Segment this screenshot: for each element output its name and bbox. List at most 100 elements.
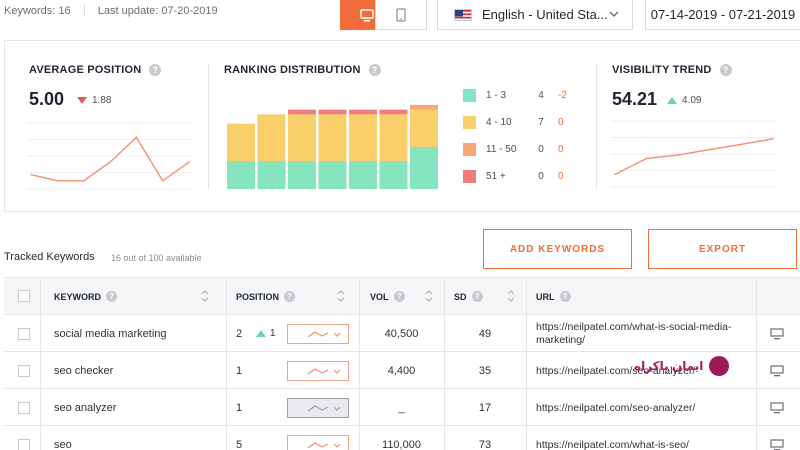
help-icon[interactable]: ? bbox=[284, 291, 296, 302]
position-trend-dropdown[interactable] bbox=[287, 324, 349, 344]
bar-segment bbox=[379, 161, 408, 189]
visibility-trend-chart bbox=[611, 120, 777, 188]
ranking-distribution-title: RANKING DISTRIBUTION ? bbox=[224, 64, 381, 76]
position-trend-dropdown[interactable] bbox=[287, 435, 349, 450]
data-point bbox=[109, 161, 111, 163]
position-trend-dropdown[interactable] bbox=[287, 361, 349, 381]
keywords-count: Keywords: 16 bbox=[4, 5, 71, 17]
help-icon[interactable]: ? bbox=[368, 64, 381, 76]
help-icon[interactable]: ? bbox=[471, 291, 483, 302]
sd-cell: 49 bbox=[478, 328, 492, 340]
position-trend-dropdown[interactable] bbox=[287, 398, 349, 418]
legend-count: 7 bbox=[538, 117, 544, 128]
us-flag-icon bbox=[454, 8, 472, 21]
table-row[interactable]: seo 5 110,000 73 https://neilpatel.com/what-… bbox=[4, 427, 800, 450]
stats-divider bbox=[596, 63, 597, 189]
monitor-icon[interactable] bbox=[770, 365, 784, 377]
trend-sparkline-icon bbox=[307, 442, 341, 449]
bar-segment bbox=[318, 161, 347, 189]
bar-segment bbox=[349, 114, 377, 161]
legend-item: 51 + 0 0 bbox=[463, 170, 583, 184]
series-line bbox=[30, 136, 190, 182]
monitor-icon[interactable] bbox=[770, 439, 784, 450]
legend-change: 0 bbox=[558, 117, 564, 128]
row-checkbox[interactable] bbox=[18, 328, 30, 340]
visibility-trend-title: VISIBILITY TREND ? bbox=[612, 64, 732, 76]
legend-change: 0 bbox=[558, 144, 564, 155]
data-point bbox=[82, 180, 85, 182]
desktop-icon bbox=[360, 8, 374, 21]
bar-segment bbox=[288, 114, 316, 161]
up-arrow-icon bbox=[256, 330, 266, 337]
bar-segment bbox=[379, 109, 408, 115]
watermark-logo-icon bbox=[709, 356, 730, 376]
help-icon[interactable]: ? bbox=[719, 64, 732, 76]
sort-icon[interactable] bbox=[201, 289, 209, 303]
position-cell: 2 bbox=[236, 328, 243, 340]
trend-sparkline-icon bbox=[307, 368, 341, 375]
keyword-cell[interactable]: seo bbox=[54, 439, 72, 450]
volume-cell: 4,400 bbox=[387, 365, 416, 377]
header-keyword[interactable]: KEYWORD ? bbox=[54, 291, 117, 302]
data-point bbox=[772, 138, 774, 140]
sd-cell: 35 bbox=[478, 365, 492, 377]
volume-cell: 110,000 bbox=[382, 439, 421, 450]
legend-label: 51 + bbox=[486, 171, 506, 182]
legend-count: 0 bbox=[538, 144, 544, 155]
header-position[interactable]: POSITION ? bbox=[236, 291, 296, 302]
legend-change: 0 bbox=[558, 171, 564, 182]
legend-item: 4 - 10 7 0 bbox=[463, 116, 583, 130]
trend-sparkline-icon bbox=[307, 331, 341, 338]
help-icon[interactable]: ? bbox=[106, 291, 117, 302]
url-cell[interactable]: https://neilpatel.com/what-is-seo/ bbox=[536, 439, 746, 450]
keyword-cell[interactable]: seo analyzer bbox=[54, 402, 116, 414]
legend-count: 0 bbox=[538, 171, 544, 182]
legend-swatch bbox=[463, 89, 476, 102]
legend-label: 4 - 10 bbox=[486, 117, 512, 128]
bar-segment bbox=[349, 109, 377, 115]
average-position-value: 5.00 bbox=[29, 89, 65, 109]
keyword-cell[interactable]: social media marketing bbox=[54, 328, 167, 340]
help-icon[interactable]: ? bbox=[149, 64, 162, 76]
bar-segment bbox=[379, 114, 408, 161]
header-url[interactable]: URL ? bbox=[536, 291, 571, 302]
mobile-device-button[interactable] bbox=[375, 0, 427, 30]
legend-item: 1 - 3 4 -2 bbox=[463, 89, 583, 103]
help-icon[interactable]: ? bbox=[559, 291, 571, 302]
export-button[interactable]: EXPORT bbox=[648, 229, 797, 269]
sort-icon[interactable] bbox=[425, 289, 433, 303]
tracked-keywords-label: Tracked Keywords bbox=[4, 251, 95, 263]
row-checkbox[interactable] bbox=[18, 439, 30, 450]
position-cell: 5 bbox=[236, 439, 243, 450]
series-line bbox=[614, 138, 774, 175]
table-row[interactable]: social media marketing 2 1 40,500 49 https://… bbox=[4, 316, 800, 352]
add-keywords-button[interactable]: ADD KEYWORDS bbox=[483, 229, 632, 269]
table-row[interactable]: seo analyzer 1 _ 17 https://neilpatel.com/se… bbox=[4, 390, 800, 426]
legend-swatch bbox=[463, 143, 476, 156]
keyword-cell[interactable]: seo checker bbox=[54, 365, 113, 377]
language-select[interactable]: English - United Sta... bbox=[437, 0, 633, 30]
bar-segment bbox=[349, 161, 377, 189]
row-checkbox[interactable] bbox=[18, 365, 30, 377]
monitor-icon[interactable] bbox=[770, 402, 784, 414]
url-cell[interactable]: https://neilpatel.com/what-is-social-med… bbox=[536, 321, 746, 347]
down-arrow-icon bbox=[77, 97, 87, 104]
header-sd[interactable]: SD ? bbox=[454, 291, 483, 302]
visibility-trend-value: 54.21 bbox=[612, 89, 658, 109]
legend-label: 11 - 50 bbox=[486, 144, 517, 155]
row-checkbox[interactable] bbox=[18, 402, 30, 414]
monitor-icon[interactable] bbox=[770, 328, 784, 340]
sd-cell: 73 bbox=[478, 439, 492, 450]
url-cell[interactable]: https://neilpatel.com/seo-analyzer/ bbox=[536, 402, 746, 415]
sort-icon[interactable] bbox=[507, 289, 515, 303]
top-meta: Keywords: 16 Last update: 07-20-2019 bbox=[4, 4, 218, 17]
bar-segment bbox=[288, 109, 316, 115]
language-value: English - United Sta... bbox=[482, 7, 608, 22]
header-vol[interactable]: VOL ? bbox=[370, 291, 405, 302]
average-position-delta: 1.88 bbox=[77, 95, 111, 106]
help-icon[interactable]: ? bbox=[393, 291, 405, 302]
bar-segment bbox=[257, 161, 286, 189]
sort-icon[interactable] bbox=[337, 289, 345, 303]
select-all-checkbox[interactable] bbox=[18, 290, 30, 302]
date-range-picker[interactable]: 07-14-2019 - 07-21-2019 bbox=[645, 0, 800, 30]
